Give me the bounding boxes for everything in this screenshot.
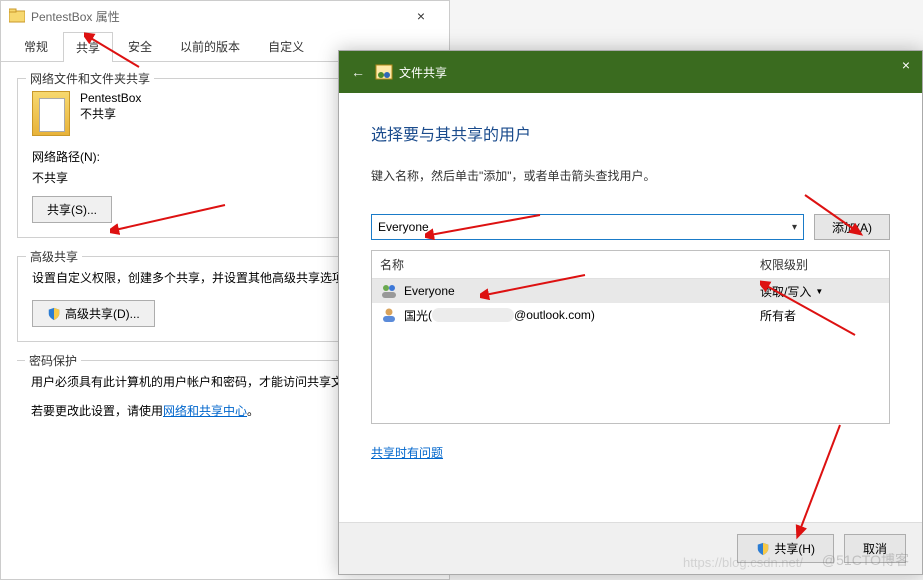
permission-row-everyone[interactable]: Everyone 读取/写入 ▼	[372, 279, 889, 303]
permission-row-owner[interactable]: 国光 (xxxxxxxxxxx@outlook.com) 所有者	[372, 303, 889, 327]
permissions-header: 名称 权限级别	[372, 251, 889, 279]
wizard-header-title: 文件共享	[399, 64, 447, 81]
folder-icon	[9, 8, 25, 24]
user-select-combobox[interactable]: Everyone ▾	[371, 214, 804, 240]
watermark-url: https://blog.csdn.net/	[683, 555, 803, 570]
properties-title: PentestBox 属性	[31, 8, 401, 25]
tab-customize[interactable]: 自定义	[255, 31, 317, 61]
watermark: @51CTO博客	[822, 550, 909, 570]
wizard-header: ← 文件共享 ×	[339, 51, 922, 93]
sharing-header-icon	[375, 63, 393, 81]
group-title-advanced: 高级共享	[26, 248, 82, 265]
properties-titlebar: PentestBox 属性 ×	[1, 1, 449, 31]
permissions-table: 名称 权限级别 Everyone 读取/写入 ▼	[371, 250, 890, 424]
row-permission: 所有者	[760, 307, 796, 324]
tab-previous-versions[interactable]: 以前的版本	[167, 31, 253, 61]
share-button[interactable]: 共享(S)...	[32, 196, 112, 223]
advanced-sharing-button-label: 高级共享(D)...	[65, 305, 140, 322]
folder-large-icon	[32, 91, 70, 136]
wizard-description: 键入名称，然后单击"添加"，或者单击箭头查找用户。	[371, 167, 890, 184]
help-link[interactable]: 共享时有问题	[371, 444, 443, 461]
wizard-body: 选择要与其共享的用户 键入名称，然后单击"添加"，或者单击箭头查找用户。 Eve…	[339, 93, 922, 475]
shield-icon	[756, 542, 770, 556]
dropdown-arrow-icon[interactable]: ▼	[815, 287, 823, 296]
user-icon	[380, 306, 398, 324]
advanced-sharing-button[interactable]: 高级共享(D)...	[32, 300, 155, 327]
col-name-header[interactable]: 名称	[372, 251, 752, 278]
chevron-down-icon: ▾	[792, 222, 797, 233]
group-title-password: 密码保护	[25, 352, 81, 369]
group-icon	[380, 282, 398, 300]
wizard-close-button[interactable]: ×	[896, 55, 916, 75]
shield-icon	[47, 307, 61, 321]
file-sharing-wizard: ← 文件共享 × 选择要与其共享的用户 键入名称，然后单击"添加"，或者单击箭头…	[338, 50, 923, 575]
tab-security[interactable]: 安全	[115, 31, 165, 61]
user-select-value: Everyone	[378, 220, 429, 234]
row-email-masked: (xxxxxxxxxxx@outlook.com)	[428, 308, 595, 322]
row-name: 国光	[404, 307, 428, 324]
group-title-network: 网络文件和文件夹共享	[26, 70, 154, 87]
col-permission-header[interactable]: 权限级别	[752, 251, 889, 278]
tab-general[interactable]: 常规	[11, 31, 61, 61]
back-arrow-icon[interactable]: ←	[351, 64, 365, 80]
row-permission: 读取/写入	[760, 283, 811, 300]
network-center-link[interactable]: 网络和共享中心	[163, 404, 247, 418]
share-status: 不共享	[80, 105, 141, 122]
wizard-heading: 选择要与其共享的用户	[371, 121, 890, 145]
tab-sharing[interactable]: 共享	[63, 32, 113, 62]
add-button[interactable]: 添加(A)	[814, 214, 890, 240]
close-button[interactable]: ×	[401, 1, 441, 31]
folder-name: PentestBox	[80, 91, 141, 105]
row-name: Everyone	[404, 284, 455, 298]
